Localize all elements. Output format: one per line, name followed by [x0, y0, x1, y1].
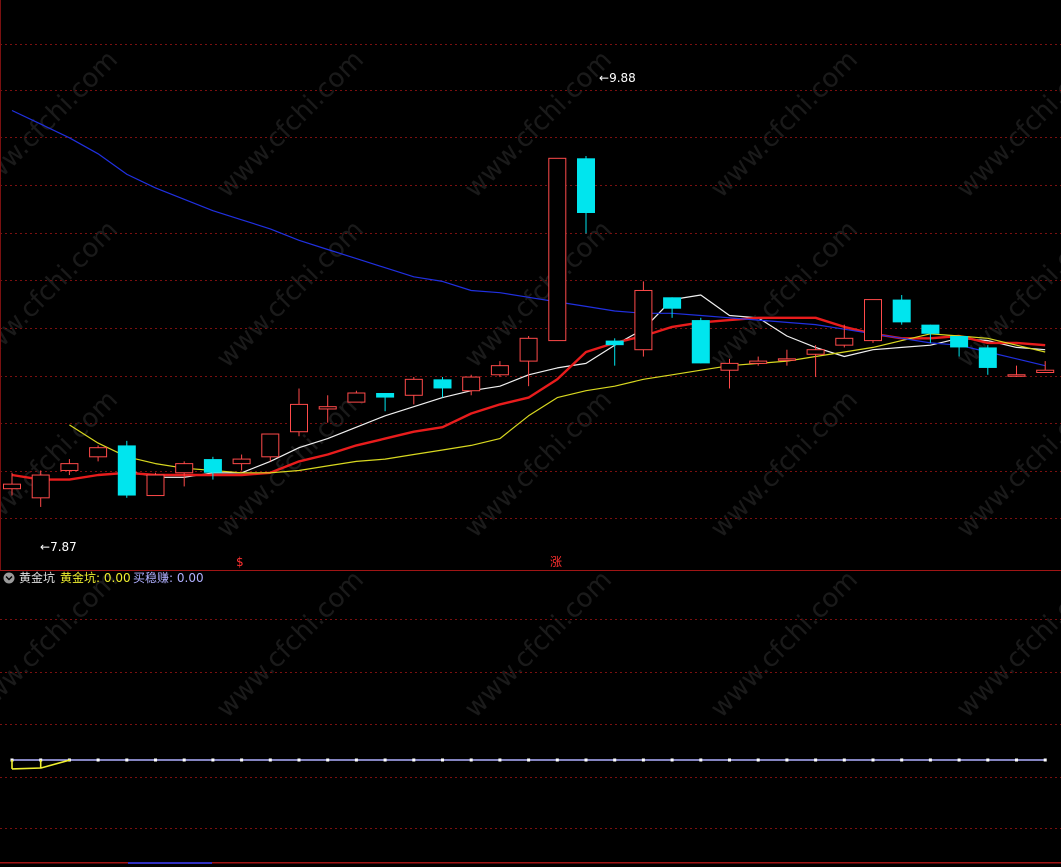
indicator-dot: [268, 758, 272, 762]
indicator-dot: [842, 758, 846, 762]
candle-body-up: [175, 463, 194, 474]
indicator-dot: [125, 758, 129, 762]
indicator-dot: [354, 758, 358, 762]
indicator-dot: [613, 758, 617, 762]
candle-body-up: [318, 406, 337, 410]
candle-body-up: [89, 447, 108, 458]
candle-body-up: [634, 289, 653, 351]
candle-body-down: [376, 393, 395, 398]
candle[interactable]: [548, 157, 567, 342]
indicator-dot: [699, 758, 703, 762]
indicator-dot: [326, 758, 330, 762]
indicator-dot: [154, 758, 157, 762]
indicator-dot: [297, 758, 301, 762]
candle-body-up: [347, 392, 366, 403]
indicator-dot: [469, 758, 473, 762]
low-price-label: ←7.87: [40, 540, 77, 554]
candle-body-up: [31, 474, 50, 499]
bottom-scroll-indicator[interactable]: [128, 862, 212, 864]
candle-body-up: [864, 299, 882, 342]
indicator-dot: [441, 758, 444, 762]
indicator-dot: [928, 758, 932, 762]
candle-body-down: [605, 340, 624, 346]
candle[interactable]: [117, 440, 136, 498]
indicator-dot: [641, 758, 645, 762]
candle-body-down: [978, 347, 997, 368]
indicator-dot: [814, 758, 818, 762]
candle-body-up: [490, 365, 509, 376]
candle[interactable]: [146, 472, 165, 497]
candle-body-up: [835, 337, 854, 346]
candle-body-down: [663, 297, 682, 309]
stock-chart[interactable]: www.cfchi.com www.cfchi.com www.cfchi.com w…: [0, 0, 1061, 867]
candle-body-down: [203, 459, 222, 473]
indicator-dot: [383, 758, 387, 762]
candle-body-up: [60, 463, 79, 471]
high-price-label: ←9.88: [599, 71, 636, 85]
candle-body-down: [433, 379, 452, 389]
indicator-line2-label: 买稳赚: 0.00: [133, 570, 204, 585]
candle-body-up: [462, 376, 481, 392]
indicator-dot: [96, 758, 100, 762]
indicator-dot: [986, 758, 990, 762]
candle-body-up: [720, 362, 739, 371]
indicator-dot: [240, 758, 244, 762]
indicator-dot: [498, 758, 502, 762]
indicator-header: 黄金坑 黄金坑: 0.00 买稳赚: 0.00: [3, 570, 204, 585]
candle-body-down: [577, 158, 595, 213]
candle[interactable]: [864, 299, 882, 343]
indicator-dot: [1015, 758, 1018, 762]
indicator-dot: [211, 758, 215, 762]
indicator-dot: [527, 758, 531, 762]
candle-body-up: [519, 337, 538, 362]
candle-body-down: [950, 336, 969, 348]
indicator-dot: [1043, 758, 1047, 762]
candle-body-down: [892, 299, 911, 323]
candle-body-up: [146, 474, 165, 497]
indicator-dot: [670, 758, 674, 762]
signal-marker-zhang: 涨: [550, 554, 562, 569]
indicator-dot: [756, 758, 760, 762]
indicator-dot: [555, 758, 559, 762]
candle-body-up: [806, 349, 825, 355]
candle-body-down: [921, 324, 940, 334]
indicator-name: 黄金坑: [19, 570, 55, 585]
candle-body-up: [404, 378, 423, 396]
candle[interactable]: [261, 433, 280, 462]
indicator-line1-label: 黄金坑: 0.00: [60, 570, 131, 585]
candle-body-up: [1007, 374, 1026, 377]
candle-body-up: [3, 483, 21, 490]
indicator-dot: [957, 758, 961, 762]
candle-body-up: [749, 360, 768, 364]
indicator-dot: [871, 758, 875, 762]
chevron-down-icon[interactable]: [3, 572, 15, 584]
candle-body-down: [117, 445, 136, 496]
candle-body-up: [290, 403, 308, 433]
candle[interactable]: [634, 281, 653, 357]
candle-body-up: [777, 358, 796, 361]
candle-body-down: [691, 320, 710, 364]
candle[interactable]: [691, 317, 710, 364]
candle-body-up: [1036, 369, 1055, 373]
candle-body-up: [232, 458, 251, 465]
candle-body-up: [261, 433, 280, 458]
candle-body-up: [548, 157, 567, 342]
indicator-dot: [412, 758, 416, 762]
indicator-dot: [900, 758, 904, 762]
indicator-dot: [785, 758, 789, 762]
indicator-dot: [584, 758, 588, 762]
indicator-dot: [182, 758, 186, 762]
signal-marker-dollar: $: [236, 555, 244, 569]
indicator-dot: [728, 758, 731, 762]
